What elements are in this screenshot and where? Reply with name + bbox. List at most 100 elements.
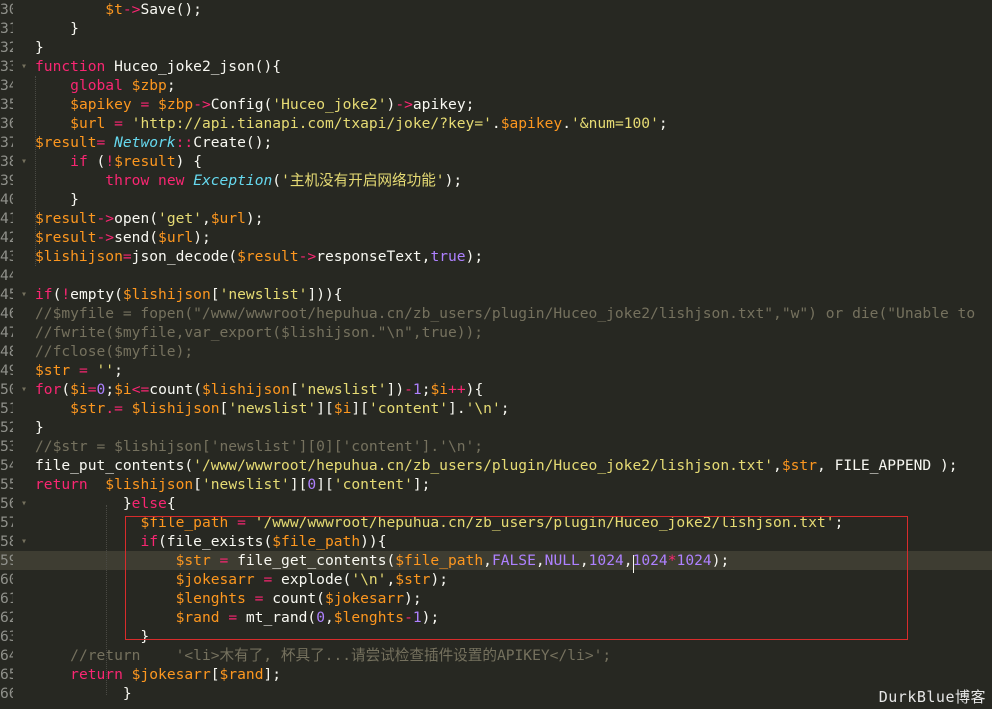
code-token: ++ <box>448 381 466 398</box>
code-text: return $lishijson['newslist'][0]['conten… <box>35 475 430 494</box>
code-text: $apikey = $zbp->Config('Huceo_joke2')->a… <box>35 95 474 114</box>
code-token: = <box>105 115 132 132</box>
code-token: 'get' <box>158 210 202 227</box>
code-line[interactable]: 58 ▾ if(file_exists($file_path)){ <box>0 532 992 551</box>
line-number: 50 <box>0 381 13 398</box>
code-token: FALSE <box>491 552 536 569</box>
code-line[interactable]: 56 ▾ }else{ <box>0 494 992 513</box>
code-line[interactable]: 57 $file_path = '/www/wwwroot/hepuhua.cn… <box>0 513 992 532</box>
code-line[interactable]: 34 global $zbp; <box>0 76 992 95</box>
code-line[interactable]: 47 //fwrite($myfile,var_export($lishijson… <box>0 323 992 342</box>
code-line[interactable]: 61 $lenghts = count($jokesarr); <box>0 589 992 608</box>
code-text: } <box>35 627 149 646</box>
code-text: if (!$result) { <box>35 152 202 171</box>
code-editor[interactable]: 30 $t->Save();31 }32}33▾function Huceo_j… <box>0 0 992 709</box>
code-line[interactable]: 35 $apikey = $zbp->Config('Huceo_joke2')… <box>0 95 992 114</box>
code-line[interactable]: 54 file_put_contents('/www/wwwroot/hepuhu… <box>0 456 992 475</box>
code-line[interactable]: 41 $result->open('get',$url); <box>0 209 992 228</box>
code-token: if <box>70 153 88 170</box>
code-text: for($i=0;$i<=count($lishijson['newslist'… <box>35 380 483 399</box>
line-number: 33 <box>0 58 13 75</box>
code-token: 1 <box>412 381 422 398</box>
code-line[interactable]: 55 return $lishijson['newslist'][0]['cont… <box>0 475 992 494</box>
code-line[interactable]: 50 ▾ for($i=0;$i<=count($lishijson['newsli… <box>0 380 992 399</box>
code-token: $zbp <box>131 77 167 94</box>
code-lines[interactable]: 30 $t->Save();31 }32}33▾function Huceo_j… <box>0 0 992 703</box>
code-line[interactable]: 65 return $jokesarr[$rand]; <box>0 665 992 684</box>
code-token: $result <box>35 229 97 246</box>
code-line[interactable]: 37 $result= Network::Create(); <box>0 133 992 152</box>
code-line[interactable]: 45 ▾ if(!empty($lishijson['newslist'])){ <box>0 285 992 304</box>
code-token: ; <box>658 115 668 132</box>
line-number: 55 <box>0 476 13 493</box>
code-line[interactable]: 31 } <box>0 19 992 38</box>
code-line[interactable]: 46 //$myfile = fopen("/www/wwwroot/hepuhu… <box>0 304 992 323</box>
code-line[interactable]: 62 $rand = mt_rand(0,$lenghts-1); <box>0 608 992 627</box>
code-token: apikey; <box>412 96 475 113</box>
code-text: $file_path = '/www/wwwroot/hepuhua.cn/zb… <box>35 513 843 532</box>
code-token: * <box>667 552 677 569</box>
code-line[interactable]: 48 //fclose($myfile); <box>0 342 992 361</box>
code-line[interactable]: 60 $jokesarr = explode('\n',$str); <box>0 570 992 589</box>
code-token: $str <box>395 571 431 588</box>
fold-arrow-icon[interactable]: ▾ <box>18 380 30 399</box>
code-text: throw new Exception('主机没有开启网络功能'); <box>35 171 462 190</box>
code-token: .= <box>105 400 132 417</box>
code-line[interactable]: 53 //$str = $lishijson['newslist'][0]['co… <box>0 437 992 456</box>
code-line[interactable]: 39 throw new Exception('主机没有开启网络功能'); <box>0 171 992 190</box>
fold-arrow-icon[interactable]: ▾ <box>18 57 30 76</box>
code-line[interactable]: 52} <box>0 418 992 437</box>
indent-guide <box>35 76 36 266</box>
line-number: 40 <box>0 191 13 208</box>
line-number: 46 <box>0 305 13 322</box>
fold-arrow-icon[interactable]: ▾ <box>18 532 30 551</box>
code-line[interactable]: 63 } <box>0 627 992 646</box>
line-number: 56 <box>0 495 13 512</box>
code-text: } <box>35 684 132 703</box>
code-line[interactable]: 44 <box>0 266 992 285</box>
code-line[interactable]: 33 ▾ function Huceo_joke2_json(){ <box>0 57 992 76</box>
code-token: 0 <box>96 381 106 398</box>
code-token: , <box>201 210 211 227</box>
code-line[interactable]: 59 $str = file_get_contents($file_path,F… <box>0 551 992 570</box>
code-token: 1024 <box>632 552 668 569</box>
code-token: ; <box>166 77 176 94</box>
code-token: , <box>324 609 334 626</box>
code-line[interactable]: 43 $lishijson=json_decode($result->respon… <box>0 247 992 266</box>
code-line[interactable]: 66 } <box>0 684 992 703</box>
code-token: $rand <box>175 609 220 626</box>
code-token: } <box>35 495 132 512</box>
code-text: $jokesarr = explode('\n',$str); <box>35 570 448 589</box>
code-text: $str = ''; <box>35 361 123 380</box>
code-text: if(file_exists($file_path)){ <box>35 532 386 551</box>
code-token: $lenghts <box>175 590 246 607</box>
code-line[interactable]: 64 //return '<li>木有了, 杯具了...请尝试检查插件设置的AP… <box>0 646 992 665</box>
code-line[interactable]: 32} <box>0 38 992 57</box>
code-line[interactable]: 42 $result->send($url); <box>0 228 992 247</box>
code-token: send( <box>114 229 159 246</box>
watermark: DurkBlue博客 <box>878 688 986 706</box>
code-token: function <box>35 58 106 75</box>
code-line[interactable]: 40 } <box>0 190 992 209</box>
fold-arrow-icon[interactable]: ▾ <box>18 152 30 171</box>
code-token: , <box>623 552 633 569</box>
code-line[interactable]: 49 $str = ''; <box>0 361 992 380</box>
fold-arrow-icon[interactable]: ▾ <box>18 285 30 304</box>
fold-arrow-icon[interactable]: ▾ <box>18 494 30 513</box>
code-token: $i <box>70 381 88 398</box>
code-line[interactable]: 30 $t->Save(); <box>0 0 992 19</box>
code-token: ; <box>105 381 115 398</box>
code-line[interactable]: 36 $url = 'http://api.tianapi.com/txapi/… <box>0 114 992 133</box>
code-token: global <box>70 77 123 94</box>
code-line[interactable]: 38 ▾ if (!$result) { <box>0 152 992 171</box>
code-token: $i <box>114 381 132 398</box>
code-token: ); <box>465 248 484 265</box>
code-token: file_put_contents( <box>35 457 194 474</box>
code-line[interactable]: 51 $str.= $lishijson['newslist'][$i]['co… <box>0 399 992 418</box>
